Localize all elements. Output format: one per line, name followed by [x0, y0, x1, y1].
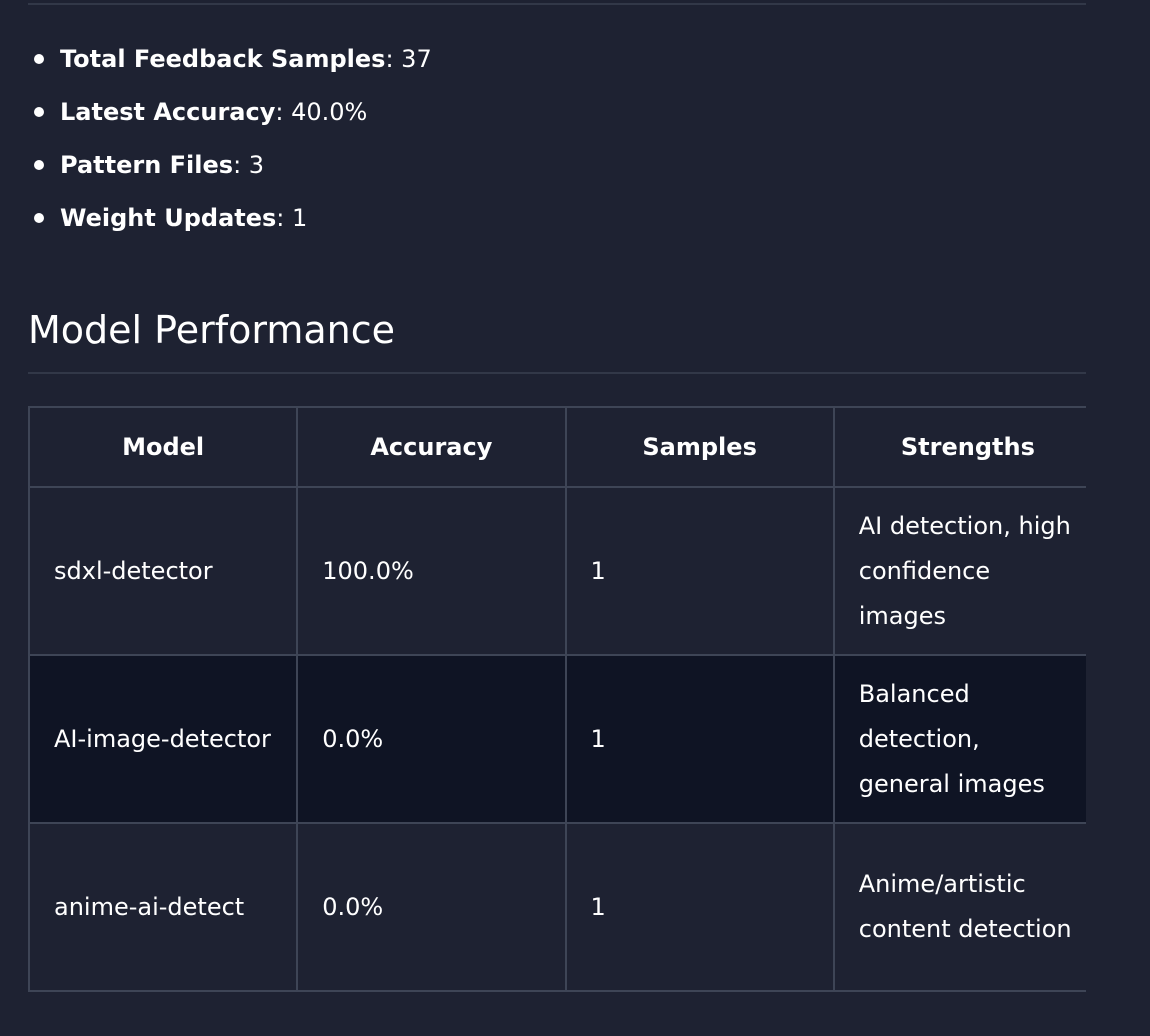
cell-model: anime-ai-detect: [28, 822, 299, 992]
bullet-icon: [34, 54, 44, 64]
stat-label: Weight Updates: [60, 204, 277, 232]
stat-label: Latest Accuracy: [60, 98, 276, 126]
section-title-model-performance: Model Performance: [28, 308, 395, 352]
bullet-icon: [34, 107, 44, 117]
table-header-row: Model Accuracy Samples Strengths: [28, 406, 1086, 488]
stat-value: 1: [292, 204, 308, 232]
column-header-model: Model: [28, 406, 299, 488]
column-header-accuracy: Accuracy: [296, 406, 567, 488]
bullet-icon: [34, 160, 44, 170]
cell-strengths: AI detection, high confidence images: [832, 486, 1086, 656]
stat-label: Pattern Files: [60, 151, 234, 179]
cell-samples: 1: [564, 654, 835, 824]
stat-value: 40.0%: [291, 98, 368, 126]
bullet-icon: [34, 213, 44, 223]
top-divider: [28, 3, 1086, 5]
model-performance-table-wrapper[interactable]: Model Accuracy Samples Strengths sdxl-de…: [28, 406, 1086, 993]
stat-pattern-files: Pattern Files: 3: [28, 146, 432, 199]
column-header-strengths: Strengths: [832, 406, 1086, 488]
stat-label: Total Feedback Samples: [60, 45, 386, 73]
cell-strengths: Anime/artistic content detection: [832, 822, 1086, 992]
stat-value: 3: [248, 151, 265, 179]
feedback-stats-list: Total Feedback Samples: 37 Latest Accura…: [28, 40, 432, 252]
section-divider: [28, 372, 1086, 374]
model-performance-table: Model Accuracy Samples Strengths sdxl-de…: [28, 406, 1086, 992]
cell-model: sdxl-detector: [28, 486, 299, 656]
stat-total-feedback-samples: Total Feedback Samples: 37: [28, 40, 432, 93]
cell-accuracy: 0.0%: [296, 654, 567, 824]
cell-samples: 1: [564, 486, 835, 656]
table-row: AI-image-detector 0.0% 1 Balanced detect…: [28, 654, 1086, 824]
table-row: anime-ai-detect 0.0% 1 Anime/artistic co…: [28, 822, 1086, 992]
column-header-samples: Samples: [564, 406, 835, 488]
cell-samples: 1: [564, 822, 835, 992]
stat-value: 37: [401, 45, 432, 73]
stat-latest-accuracy: Latest Accuracy: 40.0%: [28, 93, 432, 146]
table-row: sdxl-detector 100.0% 1 AI detection, hig…: [28, 486, 1086, 656]
cell-accuracy: 0.0%: [296, 822, 567, 992]
cell-model: AI-image-detector: [28, 654, 299, 824]
cell-accuracy: 100.0%: [296, 486, 567, 656]
stat-weight-updates: Weight Updates: 1: [28, 199, 432, 252]
cell-strengths: Balanced detection, general images: [832, 654, 1086, 824]
